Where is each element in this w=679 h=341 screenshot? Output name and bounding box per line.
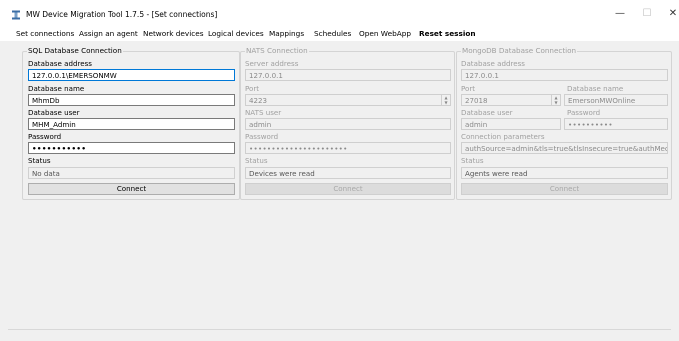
sql-password-field[interactable]: ••••••••••• — [28, 142, 235, 154]
sql-name-field[interactable]: MhmDb — [28, 94, 235, 106]
title-bar: MW Device Migration Tool 1.7.5 - [Set co… — [0, 0, 679, 27]
nats-server-label: Server address — [245, 59, 299, 68]
nats-password-field[interactable]: •••••••••••••••••••••• — [245, 142, 451, 154]
menu-set-connections[interactable]: Set connections — [16, 29, 74, 38]
mongo-user-label: Database user — [461, 108, 513, 117]
mongo-params-field[interactable]: authSource=admin&tls=true&tlsInsecure=tr… — [461, 142, 668, 154]
mongo-group-title: MongoDB Database Connection — [461, 46, 578, 55]
mongo-password-field[interactable]: •••••••••• — [564, 118, 668, 130]
maximize-button[interactable]: ☐ — [641, 8, 653, 20]
status-bar-divider — [8, 329, 671, 330]
menu-logical-devices[interactable]: Logical devices — [208, 29, 264, 38]
mongo-user-field[interactable]: admin — [461, 118, 561, 130]
minimize-button[interactable]: — — [614, 8, 626, 20]
mongo-address-label: Database address — [461, 59, 525, 68]
sql-status-label: Status — [28, 156, 51, 165]
nats-port-label: Port — [245, 84, 260, 93]
sql-address-label: Database address — [28, 59, 92, 68]
nats-connect-button[interactable]: Connect — [245, 183, 451, 195]
menu-reset-session[interactable]: Reset session — [419, 29, 476, 38]
menu-network-devices[interactable]: Network devices — [143, 29, 204, 38]
sql-name-label: Database name — [28, 84, 85, 93]
sql-connect-button[interactable]: Connect — [28, 183, 235, 195]
nats-status-value: Devices were read — [245, 167, 451, 179]
sql-group-title: SQL Database Connection — [27, 46, 123, 55]
nats-user-label: NATS user — [245, 108, 282, 117]
mongo-status-value: Agents were read — [461, 167, 668, 179]
nats-group-title: NATS Connection — [245, 46, 309, 55]
mongo-port-value: 27018 — [465, 96, 488, 105]
nats-password-label: Password — [245, 132, 279, 141]
close-button[interactable]: ✕ — [667, 8, 679, 20]
mongo-params-label: Connection parameters — [461, 132, 545, 141]
menu-assign-agent[interactable]: Assign an agent — [79, 29, 138, 38]
mongo-port-field[interactable]: 27018 ▲ ▼ — [461, 94, 561, 106]
sql-status-value: No data — [28, 167, 235, 179]
sql-user-field[interactable]: MHM_Admin — [28, 118, 235, 130]
nats-status-label: Status — [245, 156, 268, 165]
mongo-port-spinner-icon[interactable]: ▲ ▼ — [551, 95, 560, 105]
sql-connection-group: SQL Database Connection Database address… — [22, 46, 240, 200]
app-icon — [12, 10, 20, 20]
sql-address-field[interactable]: 127.0.0.1\EMERSONMW — [28, 69, 235, 81]
nats-user-field[interactable]: admin — [245, 118, 451, 130]
mongo-connection-group: MongoDB Database Connection Database add… — [456, 46, 672, 200]
menu-bar: Set connections Assign an agent Network … — [0, 27, 679, 41]
mongo-dbname-label: Database name — [567, 84, 624, 93]
mongo-status-label: Status — [461, 156, 484, 165]
nats-port-value: 4223 — [249, 96, 268, 105]
window-title: MW Device Migration Tool 1.7.5 - [Set co… — [26, 10, 218, 19]
nats-port-field[interactable]: 4223 ▲ ▼ — [245, 94, 451, 106]
menu-mappings[interactable]: Mappings — [269, 29, 304, 38]
sql-user-label: Database user — [28, 108, 80, 117]
mongo-address-field[interactable]: 127.0.0.1 — [461, 69, 668, 81]
sql-password-label: Password — [28, 132, 62, 141]
mongo-password-label: Password — [567, 108, 601, 117]
nats-server-field[interactable]: 127.0.0.1 — [245, 69, 451, 81]
nats-port-spinner-icon[interactable]: ▲ ▼ — [441, 95, 450, 105]
mongo-connect-button[interactable]: Connect — [461, 183, 668, 195]
mongo-dbname-field[interactable]: EmersonMWOnline — [564, 94, 668, 106]
nats-connection-group: NATS Connection Server address 127.0.0.1… — [240, 46, 455, 200]
mongo-port-label: Port — [461, 84, 476, 93]
menu-open-webapp[interactable]: Open WebApp — [359, 29, 411, 38]
menu-schedules[interactable]: Schedules — [314, 29, 351, 38]
